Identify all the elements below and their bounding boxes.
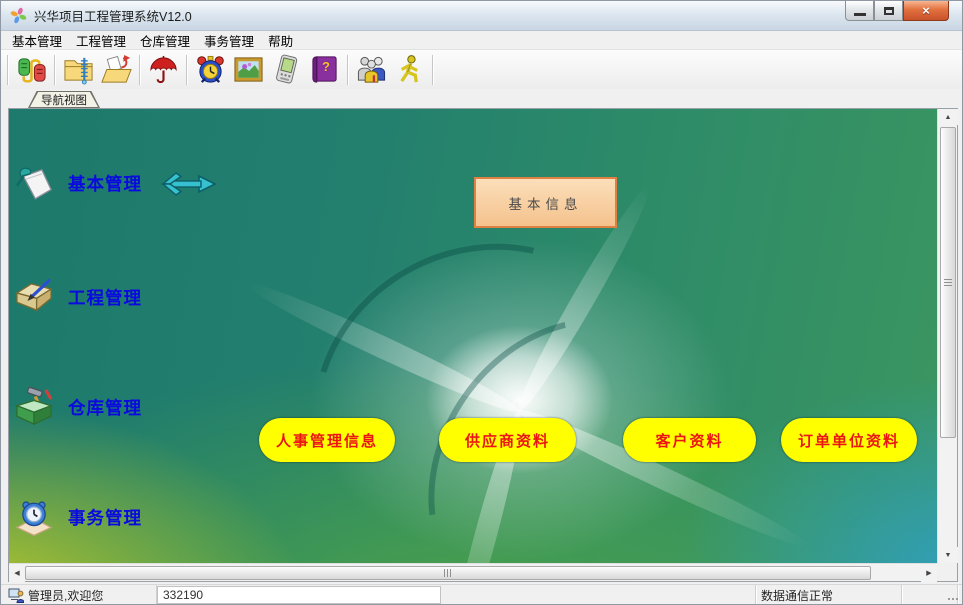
toolbar-separator: [7, 55, 8, 85]
menu-item-engineering[interactable]: 工程管理: [69, 30, 133, 51]
nav-section-label: 基本管理: [68, 171, 142, 196]
toolbar-button-picture[interactable]: [229, 52, 267, 88]
scroll-up-button[interactable]: ▲: [938, 109, 958, 125]
order-unit-data-button[interactable]: 订单单位资料: [781, 418, 917, 462]
nav-section-warehouse[interactable]: 仓库管理: [13, 385, 142, 429]
umbrella-icon: [148, 54, 179, 85]
title-bar: 兴华项目工程管理系统V12.0 ×: [1, 1, 962, 31]
toolbar-separator: [432, 55, 433, 85]
exit-walker-icon: [394, 54, 425, 85]
maximize-icon: [884, 7, 894, 15]
toolbar-button-help[interactable]: ?: [305, 52, 343, 88]
basic-info-button[interactable]: 基本信息: [474, 177, 617, 228]
pinwheel-icon: [10, 7, 27, 24]
scroll-right-icon: ▶: [926, 569, 931, 577]
toolbar-button-pda[interactable]: [267, 52, 305, 88]
ledger-pen-icon: [13, 276, 55, 318]
minimize-button[interactable]: [845, 1, 874, 21]
status-number-text: 332190: [163, 588, 203, 602]
customer-data-button[interactable]: 客户资料: [623, 418, 756, 462]
scroll-left-button[interactable]: ◀: [9, 564, 25, 582]
personnel-info-button[interactable]: 人事管理信息: [259, 418, 395, 462]
horizontal-scrollbar[interactable]: ◀ ▶: [9, 563, 937, 581]
user-at-computer-icon: [8, 587, 24, 603]
navigation-canvas: 基本管理 工程管理: [9, 109, 937, 563]
vertical-scrollbar[interactable]: ▲ ▼: [937, 109, 957, 563]
status-welcome-panel: 管理员,欢迎您: [3, 585, 157, 605]
menu-item-warehouse[interactable]: 仓库管理: [133, 30, 197, 51]
close-button[interactable]: ×: [903, 1, 949, 21]
toolbar-separator: [54, 55, 55, 85]
dart-arrow-icon: [161, 167, 217, 201]
thumb-grip: [944, 279, 952, 287]
window-controls: ×: [845, 1, 949, 21]
status-number-field: 332190: [157, 586, 441, 604]
scroll-left-icon: ◀: [14, 569, 19, 577]
menu-item-affairs[interactable]: 事务管理: [197, 30, 261, 51]
pda-icon: [271, 54, 302, 85]
picture-frame-icon: [233, 54, 264, 85]
nav-section-label: 仓库管理: [68, 395, 142, 420]
toolbar-button-exit[interactable]: [390, 52, 428, 88]
resize-grip[interactable]: [956, 598, 958, 600]
status-comm-text: 数据通信正常: [761, 587, 833, 604]
toolbar-separator: [186, 55, 187, 85]
scroll-down-icon: ▼: [945, 552, 952, 559]
minimize-icon: [854, 13, 866, 16]
scroll-down-button[interactable]: ▼: [938, 547, 958, 563]
toolbar-separator: [347, 55, 348, 85]
status-spacer-panel: [902, 585, 958, 605]
restore-folder-icon: [101, 54, 132, 85]
alarm-on-paper-icon: [13, 496, 55, 538]
question-mark-icon: ?: [322, 59, 330, 74]
toolbar-button-restore[interactable]: [97, 52, 135, 88]
database-connect-icon: [16, 54, 47, 85]
toolbar-button-backup[interactable]: [59, 52, 97, 88]
scroll-right-button[interactable]: ▶: [921, 564, 937, 582]
toolbox-icon: [13, 386, 55, 428]
menu-bar: 基本管理 工程管理 仓库管理 事务管理 帮助: [1, 31, 962, 50]
horizontal-scroll-thumb[interactable]: [25, 566, 871, 580]
scroll-up-icon: ▲: [945, 114, 952, 121]
menu-item-help[interactable]: 帮助: [261, 30, 300, 51]
nav-section-basic[interactable]: 基本管理: [13, 161, 142, 205]
status-welcome-text: 管理员,欢迎您: [28, 587, 103, 604]
thumb-grip: [444, 569, 453, 577]
tab-navigation-view[interactable]: 导航视图: [28, 91, 100, 108]
toolbar: ?: [1, 50, 962, 89]
status-bar: 管理员,欢迎您 332190 数据通信正常: [1, 584, 962, 605]
toolbar-button-schedule[interactable]: [191, 52, 229, 88]
users-icon: [356, 54, 387, 85]
close-icon: ×: [922, 3, 930, 18]
menu-item-basic[interactable]: 基本管理: [5, 30, 69, 51]
tab-label: 导航视图: [41, 92, 87, 108]
toolbar-button-protect[interactable]: [144, 52, 182, 88]
content-viewport: 基本管理 工程管理: [8, 108, 958, 582]
nav-section-engineering[interactable]: 工程管理: [13, 275, 142, 319]
alarm-clock-icon: [195, 54, 226, 85]
status-comm-panel: 数据通信正常: [756, 585, 902, 605]
nav-section-label: 事务管理: [68, 505, 142, 530]
nav-section-affairs[interactable]: 事务管理: [13, 495, 142, 539]
toolbar-button-users[interactable]: [352, 52, 390, 88]
status-empty-panel: [441, 585, 756, 605]
maximize-button[interactable]: [874, 1, 903, 21]
pinned-note-icon: [13, 162, 55, 204]
tab-strip: 导航视图: [1, 89, 962, 108]
backup-folder-icon: [63, 54, 94, 85]
window-title: 兴华项目工程管理系统V12.0: [34, 6, 192, 25]
app-window: 兴华项目工程管理系统V12.0 × 基本管理 工程管理 仓库管理 事务管理 帮助: [0, 0, 963, 605]
toolbar-separator: [139, 55, 140, 85]
toolbar-button-connect[interactable]: [12, 52, 50, 88]
vertical-scroll-thumb[interactable]: [940, 127, 956, 438]
supplier-data-button[interactable]: 供应商资料: [439, 418, 576, 462]
nav-section-label: 工程管理: [68, 285, 142, 310]
